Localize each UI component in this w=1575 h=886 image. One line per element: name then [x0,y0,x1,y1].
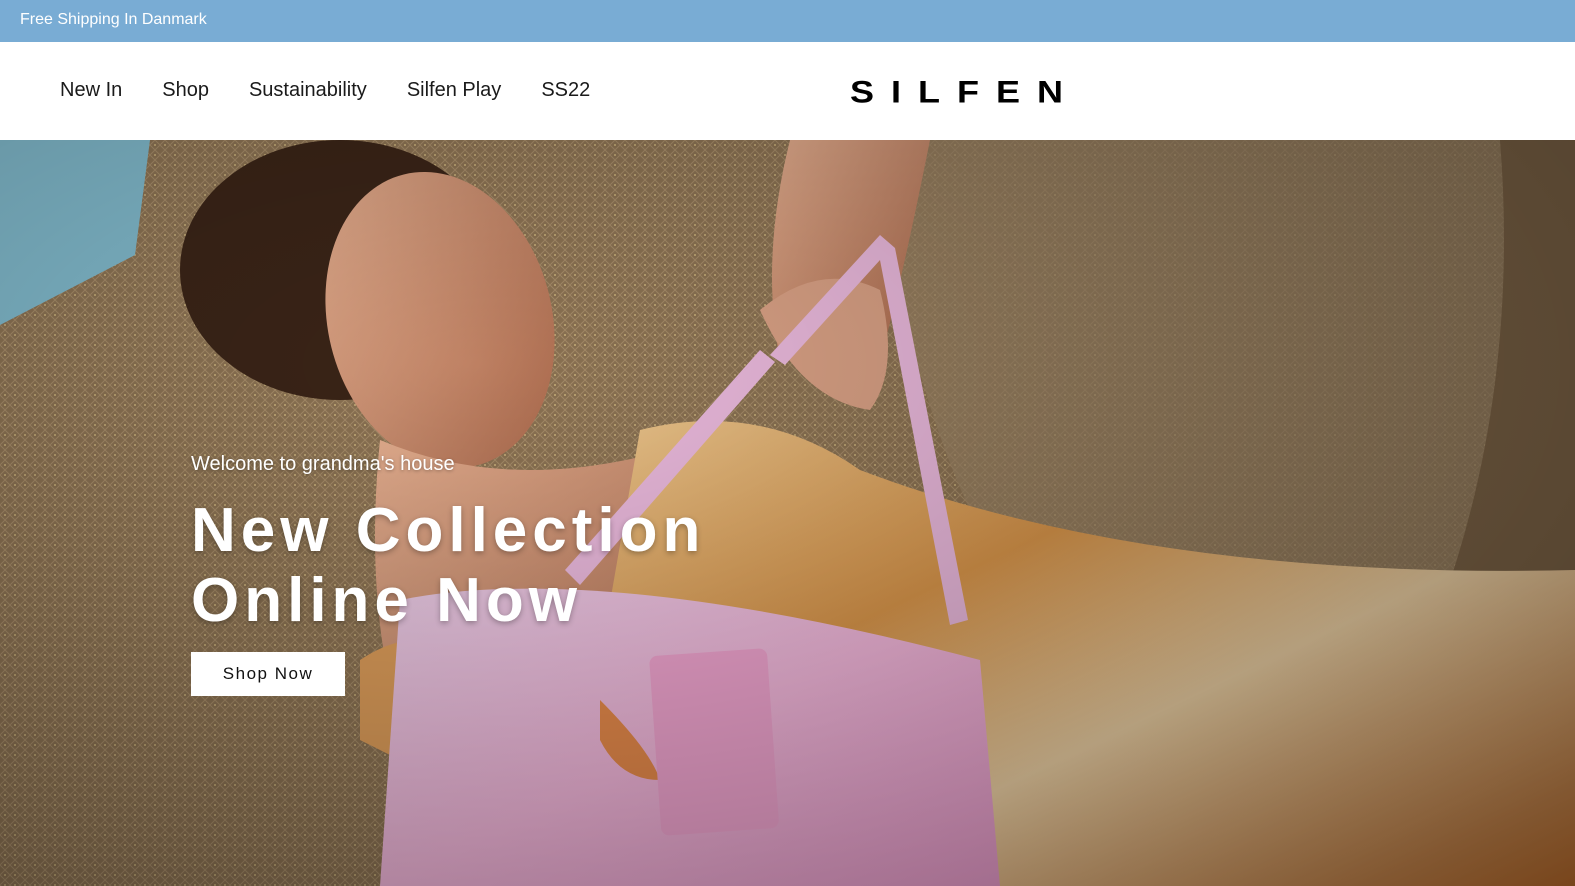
nav-item-silfen-play[interactable]: Silfen Play [407,78,502,102]
hero-banner: Welcome to grandma's house New Collectio… [0,140,1575,886]
hero-title-line-2: Online Now [191,566,582,635]
nav-item-new-in[interactable]: New In [60,78,122,102]
hero-title-line-1: New Collection [191,496,706,565]
hero-subtitle: Welcome to grandma's house [191,453,455,475]
hero-copy: Welcome to grandma's house New Collectio… [191,452,705,696]
nav-item-shop[interactable]: Shop [162,78,209,102]
brand-logo[interactable]: SILFEN [850,76,1080,108]
hero-title: New Collection Online Now [191,496,705,636]
shop-now-button[interactable]: Shop Now [191,652,345,696]
announcement-bar: Free Shipping In Danmark [0,0,1575,42]
main-nav: New In Shop Sustainability Silfen Play S… [60,78,590,102]
announcement-text: Free Shipping In Danmark [20,11,207,28]
nav-item-ss22[interactable]: SS22 [541,78,590,102]
nav-item-sustainability[interactable]: Sustainability [249,78,367,102]
site-header: New In Shop Sustainability Silfen Play S… [0,42,1575,140]
